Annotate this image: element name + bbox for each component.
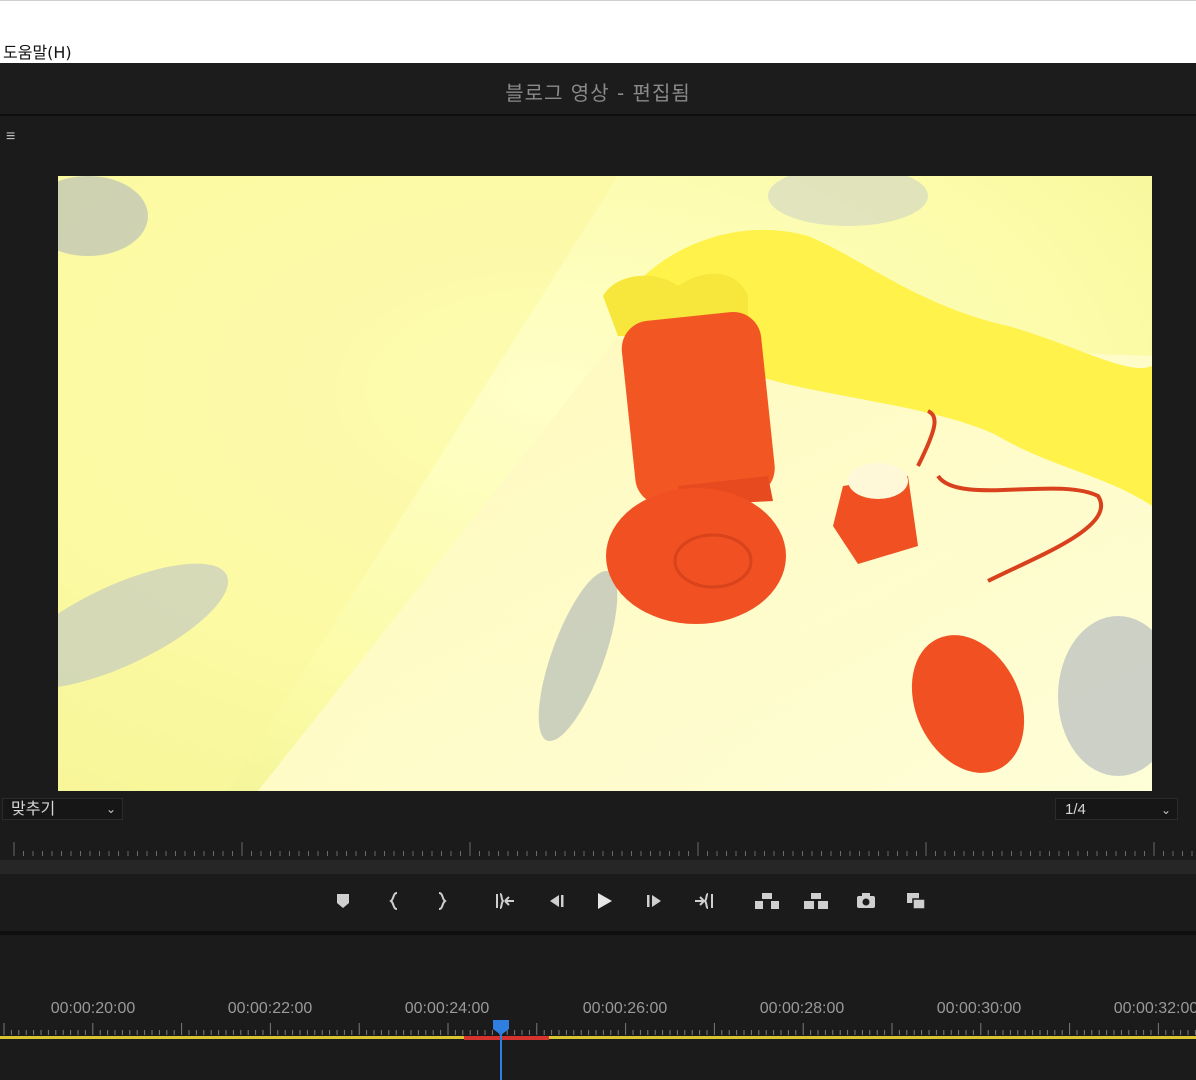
- work-area-bar[interactable]: [0, 1036, 1196, 1039]
- resolution-label: 1/4: [1065, 801, 1086, 818]
- playback-resolution-dropdown[interactable]: 1/4 ⌄: [1055, 798, 1178, 820]
- go-to-out-icon[interactable]: [693, 890, 715, 912]
- menu-help[interactable]: 도움말(H): [3, 39, 72, 63]
- step-forward-icon[interactable]: [644, 890, 666, 912]
- play-icon[interactable]: [593, 890, 615, 912]
- monitor-time-ruler[interactable]: [0, 838, 1196, 858]
- menu-bar: 도움말(H): [0, 0, 1196, 63]
- timecode-label: 00:00:28:00: [759, 1000, 845, 1017]
- fit-dropdown-label: 맞추기: [11, 799, 56, 818]
- hamburger-icon[interactable]: ≡: [6, 127, 20, 147]
- mark-out-icon[interactable]: [430, 890, 452, 912]
- export-frame-icon[interactable]: [855, 890, 877, 912]
- playhead-line[interactable]: [500, 1030, 502, 1080]
- timeline-time-ruler[interactable]: [0, 1018, 1196, 1038]
- lift-icon[interactable]: [754, 890, 780, 912]
- monitor-scrub-bar[interactable]: [0, 860, 1196, 874]
- go-to-in-icon[interactable]: [494, 890, 516, 912]
- chevron-down-icon: ⌄: [105, 802, 116, 816]
- add-marker-icon[interactable]: [332, 890, 354, 912]
- playhead-handle-icon[interactable]: [492, 1019, 510, 1035]
- extract-icon[interactable]: [803, 890, 829, 912]
- timecode-label: 00:00:22:00: [227, 1000, 313, 1017]
- step-back-icon[interactable]: [544, 890, 566, 912]
- video-image: [58, 176, 1152, 791]
- video-frame: [58, 176, 1152, 791]
- fit-dropdown[interactable]: 맞추기 ⌄: [2, 798, 123, 820]
- chevron-down-icon: ⌄: [1160, 803, 1171, 817]
- timecode-label: 00:00:26:00: [582, 1000, 668, 1017]
- comparison-view-icon[interactable]: [905, 890, 927, 912]
- timecode-label: 00:00:32:00: [1113, 1000, 1196, 1017]
- mark-in-icon[interactable]: [384, 890, 406, 912]
- window-title: 블로그 영상 - 편집됨: [505, 81, 691, 105]
- window-titlebar: 블로그 영상 - 편집됨: [0, 63, 1196, 116]
- timecode-label: 00:00:30:00: [936, 1000, 1022, 1017]
- timecode-label: 00:00:20:00: [50, 1000, 136, 1017]
- timecode-label: 00:00:24:00: [404, 1000, 490, 1017]
- in-out-range: [464, 1036, 549, 1040]
